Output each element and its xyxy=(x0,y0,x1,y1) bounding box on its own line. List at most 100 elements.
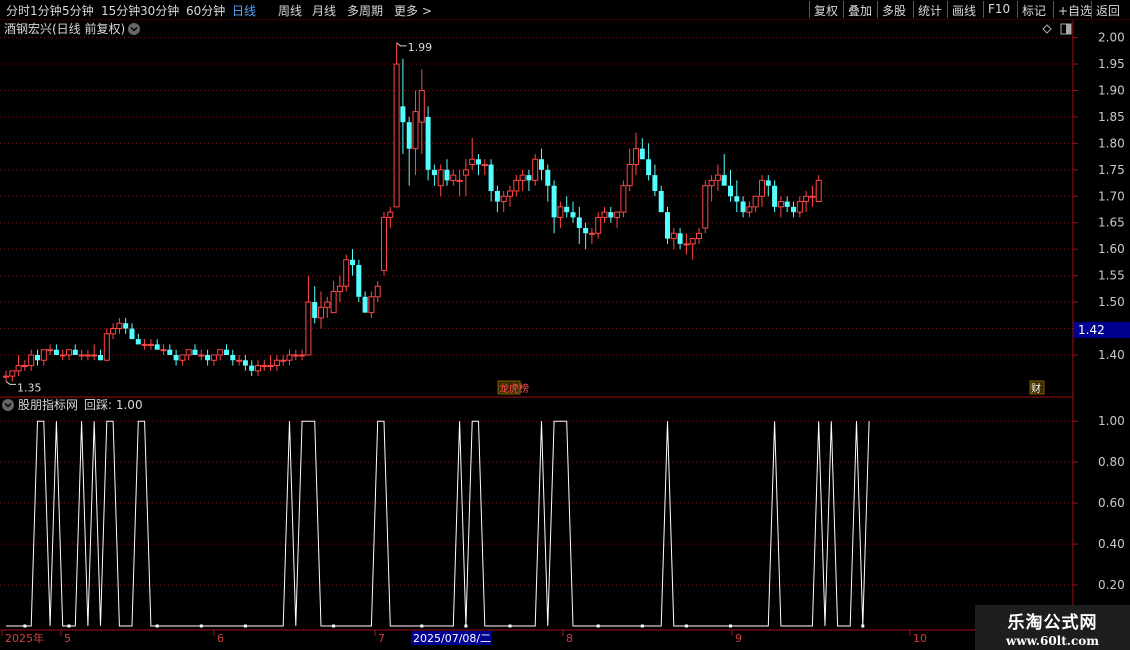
candle-body xyxy=(532,158,539,181)
candle-body xyxy=(330,290,337,314)
candle-body xyxy=(91,354,98,357)
chevron-down-icon[interactable] xyxy=(128,23,140,35)
price-tick-label: 1.50 xyxy=(1098,295,1125,309)
indicator-point xyxy=(199,624,203,628)
candle-body xyxy=(500,195,507,203)
candle-body xyxy=(198,354,205,357)
indicator-value-label: 回踩: 1.00 xyxy=(84,398,143,412)
high-price-pointer xyxy=(396,42,407,47)
indicator-point xyxy=(861,624,865,628)
price-tick-label: 1.85 xyxy=(1098,110,1125,124)
candle-body xyxy=(734,196,740,202)
candle-body xyxy=(255,365,261,372)
candle-body xyxy=(116,322,123,330)
candle-body xyxy=(179,354,186,361)
indicator-series-line xyxy=(6,420,870,627)
candle-body xyxy=(777,201,784,208)
candle-body xyxy=(129,328,135,340)
candle-body xyxy=(40,349,47,361)
current-price-label: 1.42 xyxy=(1078,323,1105,337)
candle-body xyxy=(614,211,621,218)
indicator-point xyxy=(729,624,732,628)
candle-body xyxy=(803,195,810,203)
candle-body xyxy=(28,354,35,367)
candle-body xyxy=(539,159,544,170)
candle-body xyxy=(224,349,229,355)
price-tick-label: 1.80 xyxy=(1098,136,1125,150)
indicator-tick-label: 0.20 xyxy=(1098,578,1125,592)
candle-body xyxy=(652,175,658,191)
low-price-pointer xyxy=(5,381,16,385)
candle-body xyxy=(418,89,425,123)
indicator-point xyxy=(640,624,644,628)
candle-body xyxy=(570,212,576,218)
candle-body xyxy=(84,354,91,357)
candle-body xyxy=(356,265,362,297)
price-tick-label: 1.70 xyxy=(1098,189,1125,203)
candle-body xyxy=(210,354,217,361)
candle-body xyxy=(141,343,148,346)
stock-title: 酒钢宏兴(日线 前复权) xyxy=(4,21,125,36)
time-axis-label: 5 xyxy=(64,632,71,645)
time-cursor-label: 2025/07/08/二 xyxy=(413,632,491,645)
indicator-tick-label: 0.60 xyxy=(1098,496,1125,510)
candle-body xyxy=(173,354,179,361)
candle-body xyxy=(740,201,746,213)
candle-body xyxy=(481,164,488,167)
candle-body xyxy=(784,201,790,207)
indicator-point xyxy=(155,624,159,628)
candle-body xyxy=(318,306,324,319)
candle-body xyxy=(35,354,40,361)
candle-body xyxy=(387,211,394,218)
candle-body xyxy=(431,169,437,176)
event-marker-label-1: 财 xyxy=(1031,382,1041,395)
time-axis-label: 9 xyxy=(735,632,742,645)
price-tick-label: 1.55 xyxy=(1098,269,1125,283)
price-tick-label: 1.90 xyxy=(1098,83,1125,97)
indicator-point xyxy=(508,624,512,628)
watermark-logo: 乐淘公式网 www.60lt.com xyxy=(975,605,1130,650)
candle-body xyxy=(280,359,287,362)
candle-body xyxy=(15,365,22,372)
candle-body xyxy=(343,259,350,287)
candle-body xyxy=(595,216,602,234)
time-axis-label: 10 xyxy=(913,632,927,645)
diamond-icon[interactable] xyxy=(1042,24,1052,34)
watermark-title: 乐淘公式网 xyxy=(1007,613,1098,633)
candle-body xyxy=(98,354,103,361)
candle-body xyxy=(620,185,627,213)
candle-body xyxy=(267,365,274,368)
candle-body xyxy=(765,180,771,186)
candle-body xyxy=(626,164,633,187)
candle-body xyxy=(670,232,677,240)
candle-body xyxy=(230,354,236,361)
candle-body xyxy=(123,323,129,329)
time-axis-label: 6 xyxy=(217,632,224,645)
candle-body xyxy=(273,359,280,367)
indicator-title: 股朋指标网 xyxy=(18,397,78,412)
event-marker-label-0: 龙虎榜 xyxy=(499,382,529,395)
candle-body xyxy=(702,185,709,229)
candle-body xyxy=(299,354,306,357)
candle-body xyxy=(444,169,450,181)
indicator-collapse-icon[interactable] xyxy=(2,399,14,411)
indicator-tick-label: 0.40 xyxy=(1098,537,1125,551)
candle-body xyxy=(9,370,16,377)
candle-body xyxy=(665,212,670,239)
candle-body xyxy=(557,206,564,218)
watermark-url: www.60lt.com xyxy=(1006,634,1099,648)
price-tick-label: 2.00 xyxy=(1098,31,1125,45)
candle-body xyxy=(286,354,293,361)
panel-toggle-icon[interactable] xyxy=(1060,23,1072,35)
time-axis-label: 7 xyxy=(378,632,385,645)
price-tick-label: 1.40 xyxy=(1098,348,1125,362)
candle-body xyxy=(608,212,614,218)
candle-body xyxy=(639,148,645,160)
candle-body xyxy=(476,159,481,165)
indicator-point xyxy=(464,624,468,628)
candle-body xyxy=(249,365,255,371)
candle-body xyxy=(154,344,160,350)
indicator-tick-label: 0.80 xyxy=(1098,455,1125,469)
candle-body xyxy=(583,228,589,234)
candle-body xyxy=(437,169,444,187)
